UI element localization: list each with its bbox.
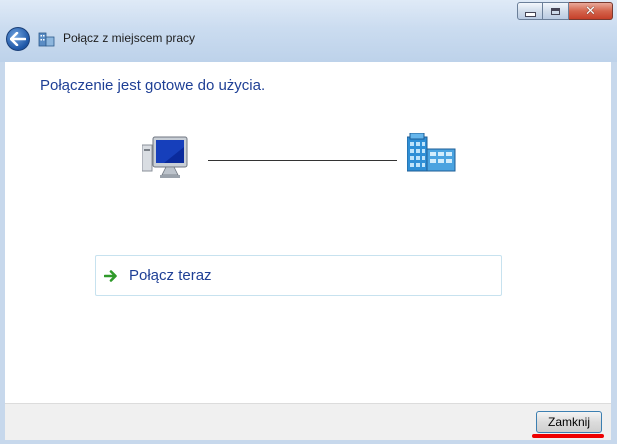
connection-line [208, 160, 397, 161]
window-title: Połącz z miejscem pracy [63, 31, 196, 45]
close-icon: ✕ [585, 3, 596, 19]
close-button[interactable]: Zamknij [536, 411, 602, 433]
footer-bar [5, 403, 611, 440]
workplace-icon [38, 32, 55, 47]
green-arrow-icon [104, 270, 117, 282]
content-area: Połączenie jest gotowe do użycia. Połącz… [5, 62, 611, 403]
minimize-button[interactable] [517, 2, 543, 20]
back-arrow-icon [10, 32, 26, 46]
back-button[interactable] [6, 27, 30, 51]
connect-now-link[interactable]: Połącz teraz [95, 255, 502, 296]
dialog-window: ✕ Połącz z miejscem pracy Połączenie jes… [0, 0, 617, 444]
maximize-button[interactable] [543, 2, 569, 20]
connect-now-label: Połącz teraz [129, 267, 212, 284]
minimize-icon [524, 11, 536, 17]
maximize-icon [551, 7, 560, 15]
close-window-button[interactable]: ✕ [569, 2, 613, 20]
server-building-icon [407, 133, 456, 172]
computer-icon [142, 136, 188, 178]
highlight-underline [532, 434, 604, 438]
status-heading: Połączenie jest gotowe do użycia. [40, 77, 266, 94]
caption-buttons: ✕ [517, 2, 613, 20]
